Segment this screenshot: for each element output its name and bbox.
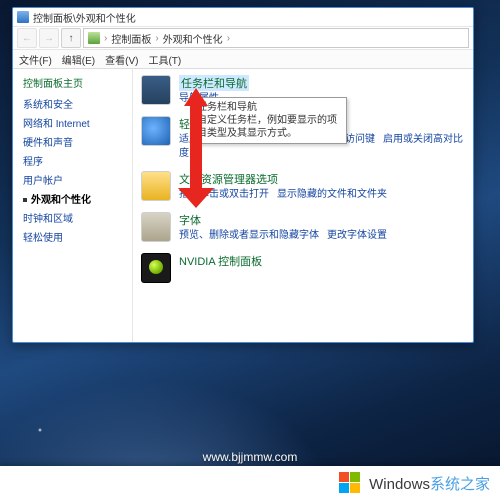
category-link[interactable]: 更改字体设置: [327, 230, 387, 241]
category-links: 指定单击或双击打开显示隐藏的文件和文件夹: [179, 188, 465, 202]
category-item: NVIDIA 控制面板: [141, 253, 465, 283]
category-icon: [141, 116, 171, 146]
window-title: 控制面板\外观和个性化: [33, 10, 136, 25]
sidebar-item[interactable]: 系统和安全: [23, 96, 128, 111]
chevron-right-icon: ›: [155, 33, 158, 44]
navigation-bar: ← → ↑ › 控制面板 › 外观和个性化 ›: [13, 26, 473, 49]
content-pane: 任务栏和导航导航属性轻松使用设置中心适应弱视使用屏幕阅读器启用轻松访问键启用或关…: [133, 69, 473, 342]
menu-bar: 文件(F) 编辑(E) 查看(V) 工具(T): [13, 49, 473, 69]
watermark-text: www.bjjmmw.com: [0, 450, 500, 464]
brand-text: Windows系统之家: [369, 473, 490, 494]
brand-strip: Windows系统之家: [0, 466, 500, 500]
category-link[interactable]: 显示隐藏的文件和文件夹: [277, 189, 387, 200]
sidebar-item[interactable]: 时钟和区域: [23, 210, 128, 225]
sidebar-item[interactable]: 轻松使用: [23, 229, 128, 244]
category-title[interactable]: 字体: [179, 212, 465, 228]
menu-view[interactable]: 查看(V): [105, 52, 138, 67]
category-item: 字体预览、删除或者显示和隐藏字体更改字体设置: [141, 212, 465, 243]
tooltip: 任务栏和导航 自定义任务栏，例如要显示的项目类型及其显示方式。: [191, 97, 347, 144]
forward-button[interactable]: →: [39, 28, 59, 48]
menu-edit[interactable]: 编辑(E): [62, 52, 95, 67]
category-icon: [141, 212, 171, 242]
category-title[interactable]: 文件资源管理器选项: [179, 171, 465, 187]
category-links: 预览、删除或者显示和隐藏字体更改字体设置: [179, 229, 465, 243]
address-bar[interactable]: › 控制面板 › 外观和个性化 ›: [83, 28, 469, 48]
windows-logo-icon: [339, 472, 361, 494]
menu-tools[interactable]: 工具(T): [148, 52, 181, 67]
sidebar-item[interactable]: 网络和 Internet: [23, 115, 128, 130]
breadcrumb-current[interactable]: 外观和个性化: [163, 31, 223, 46]
address-icon: [88, 32, 100, 44]
sidebar: 控制面板主页 系统和安全网络和 Internet 硬件和声音程序用户帐户外观和个性…: [13, 69, 133, 342]
control-panel-icon: [17, 11, 29, 23]
menu-file[interactable]: 文件(F): [19, 52, 52, 67]
category-title[interactable]: NVIDIA 控制面板: [179, 253, 465, 269]
category-icon: [141, 253, 171, 283]
category-icon: [141, 171, 171, 201]
chevron-right-icon: ›: [227, 33, 230, 44]
titlebar[interactable]: 控制面板\外观和个性化: [13, 8, 473, 26]
sidebar-item[interactable]: 硬件和声音: [23, 134, 128, 149]
explorer-window: 控制面板\外观和个性化 ← → ↑ › 控制面板 › 外观和个性化 › 文件(F…: [12, 7, 474, 343]
category-link[interactable]: 预览、删除或者显示和隐藏字体: [179, 230, 319, 241]
sidebar-header[interactable]: 控制面板主页: [23, 75, 128, 90]
desktop-background: 控制面板\外观和个性化 ← → ↑ › 控制面板 › 外观和个性化 › 文件(F…: [0, 0, 500, 500]
sidebar-item[interactable]: 外观和个性化: [23, 191, 128, 206]
back-button[interactable]: ←: [17, 28, 37, 48]
tooltip-body: 自定义任务栏，例如要显示的项目类型及其显示方式。: [197, 114, 341, 140]
category-item: 文件资源管理器选项指定单击或双击打开显示隐藏的文件和文件夹: [141, 171, 465, 202]
tooltip-title: 任务栏和导航: [197, 101, 341, 114]
chevron-right-icon: ›: [104, 33, 107, 44]
sidebar-item[interactable]: 用户帐户: [23, 172, 128, 187]
category-icon: [141, 75, 171, 105]
category-link[interactable]: 指定单击或双击打开: [179, 189, 269, 200]
window-body: 控制面板主页 系统和安全网络和 Internet 硬件和声音程序用户帐户外观和个性…: [13, 69, 473, 342]
up-button[interactable]: ↑: [61, 28, 81, 48]
breadcrumb-root[interactable]: 控制面板: [111, 31, 151, 46]
sidebar-item[interactable]: 程序: [23, 153, 128, 168]
category-title[interactable]: 任务栏和导航: [179, 75, 249, 91]
